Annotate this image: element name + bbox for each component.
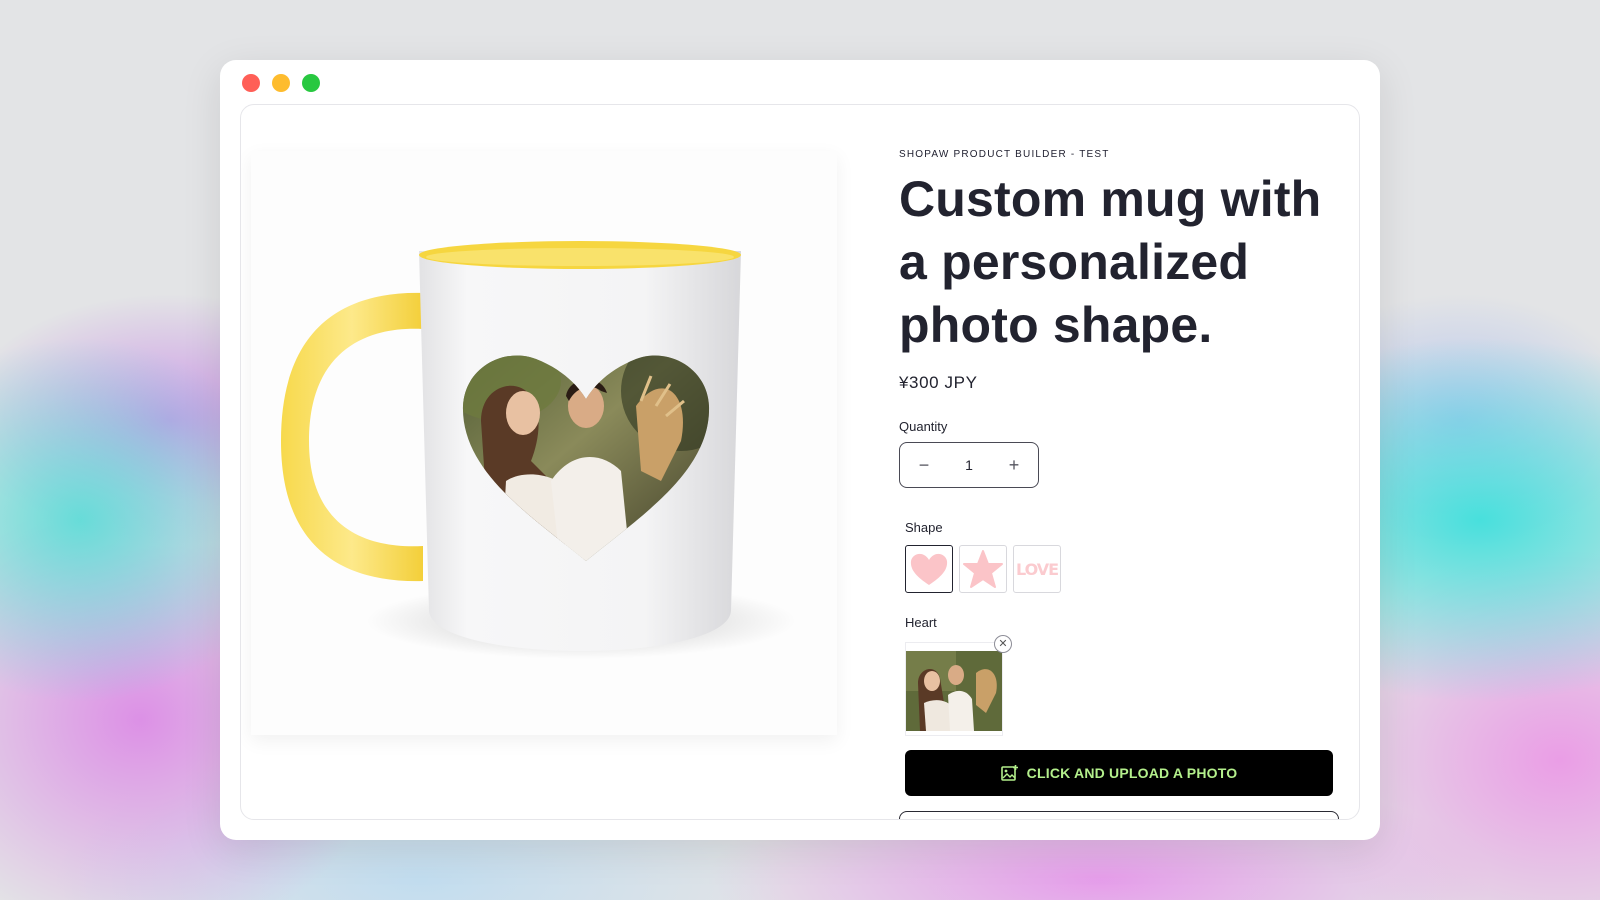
- shape-label: Shape: [905, 520, 943, 535]
- mug-illustration: [281, 241, 796, 659]
- quantity-label: Quantity: [899, 419, 948, 434]
- selected-shape-label: Heart: [905, 615, 937, 630]
- close-window-button[interactable]: [242, 74, 260, 92]
- vendor-label: SHOPAW PRODUCT BUILDER - TEST: [899, 149, 1110, 160]
- love-shape-text: LOVE: [1015, 559, 1059, 579]
- shape-option-love[interactable]: LOVE: [1013, 545, 1061, 593]
- remove-photo-button[interactable]: ✕: [994, 635, 1012, 653]
- shape-option-heart[interactable]: [905, 545, 953, 593]
- product-title: Custom mug with a personalized photo sha…: [899, 171, 1322, 353]
- shape-option-star[interactable]: [959, 545, 1007, 593]
- heart-icon: [910, 553, 948, 585]
- product-image[interactable]: [251, 151, 837, 735]
- uploaded-photo-thumbnail[interactable]: ✕: [905, 635, 1012, 736]
- window-controls: [242, 74, 320, 92]
- product-page: SHOPAW PRODUCT BUILDER - TEST Custom mug…: [240, 104, 1360, 820]
- shape-swatches: LOVE: [905, 545, 1339, 593]
- upload-button-label: CLICK AND UPLOAD A PHOTO: [1026, 765, 1238, 781]
- star-icon: [963, 550, 1003, 588]
- photo-preview: [906, 651, 1002, 731]
- product-price: ¥300 JPY: [899, 373, 978, 392]
- browser-window: SHOPAW PRODUCT BUILDER - TEST Custom mug…: [220, 60, 1380, 840]
- image-upload-icon: [1000, 765, 1018, 781]
- minus-icon[interactable]: −: [916, 455, 932, 476]
- plus-icon[interactable]: +: [1006, 455, 1022, 476]
- maximize-window-button[interactable]: [302, 74, 320, 92]
- secondary-button[interactable]: [899, 811, 1339, 819]
- quantity-value[interactable]: 1: [965, 457, 973, 473]
- upload-photo-button[interactable]: CLICK AND UPLOAD A PHOTO: [905, 750, 1333, 796]
- quantity-stepper: − 1 +: [899, 442, 1039, 488]
- minimize-window-button[interactable]: [272, 74, 290, 92]
- product-info: SHOPAW PRODUCT BUILDER - TEST Custom mug…: [899, 149, 1339, 796]
